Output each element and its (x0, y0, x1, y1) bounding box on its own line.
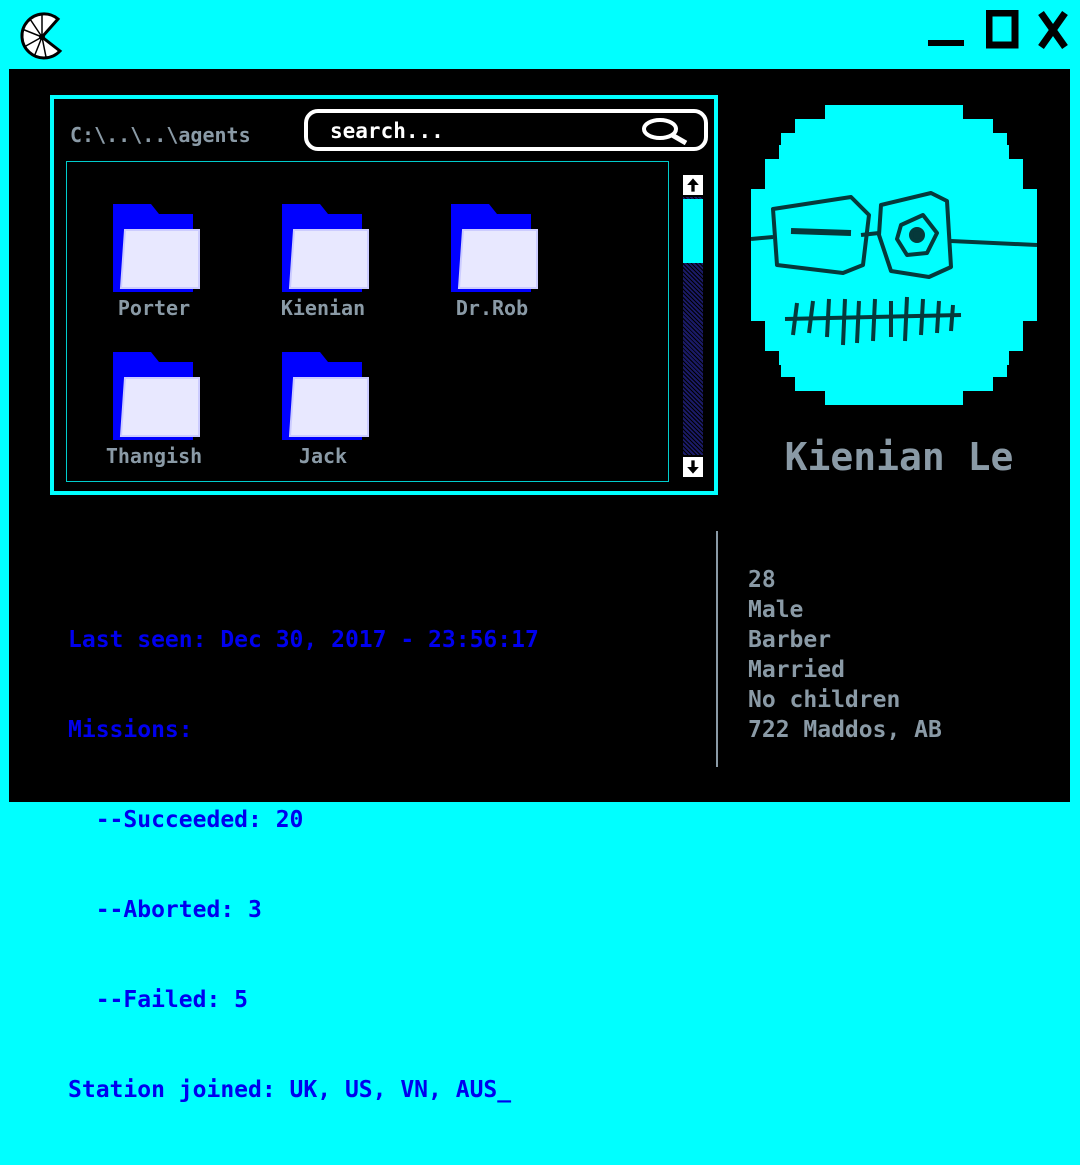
path-breadcrumb: C:\..\..\agents (70, 123, 251, 147)
folder-icon (113, 352, 200, 440)
detail-occupation: Barber (748, 627, 832, 653)
divider (716, 531, 718, 767)
scroll-thumb[interactable] (683, 199, 703, 263)
profile-name: Kienian Le (784, 435, 1014, 479)
minimize-icon[interactable] (928, 10, 964, 50)
folder-icon (113, 204, 200, 292)
vertical-scrollbar[interactable] (681, 173, 705, 479)
folder-grid: Porter Kienian Dr.Rob Thangish Jack (66, 161, 669, 482)
maximize-icon[interactable] (986, 10, 1022, 50)
last-seen-text: Last seen: Dec 30, 2017 - 23:56:17 (68, 627, 539, 653)
folder-item[interactable]: Kienian (253, 200, 393, 320)
missions-failed: --Failed: 5 (68, 987, 249, 1013)
detail-address: 722 Maddos, AB (748, 717, 942, 743)
folder-item[interactable]: Porter (84, 200, 224, 320)
folder-icon (282, 352, 369, 440)
scroll-up-arrow-icon[interactable] (681, 173, 705, 197)
folder-label: Thangish (105, 444, 203, 468)
folder-label: Dr.Rob (455, 296, 529, 320)
folder-label: Porter (117, 296, 191, 320)
stations-joined: Station joined: UK, US, VN, AUS_ (68, 1077, 512, 1103)
scroll-down-arrow-icon[interactable] (681, 455, 705, 479)
folder-icon (451, 204, 538, 292)
folder-item[interactable]: Dr.Rob (422, 200, 562, 320)
folder-label: Jack (298, 444, 348, 468)
personal-details: 28 Male Barber Married No children 722 M… (748, 565, 942, 745)
search-placeholder: search... (330, 119, 444, 143)
detail-age: 28 (748, 567, 776, 593)
missions-heading: Missions: (68, 717, 193, 743)
close-icon[interactable] (1038, 10, 1068, 50)
missions-aborted: --Aborted: 3 (68, 897, 262, 923)
file-explorer: C:\..\..\agents search... Porter Kienian… (50, 95, 718, 495)
main-screen: C:\..\..\agents search... Porter Kienian… (9, 69, 1070, 1103)
detail-marital: Married (748, 657, 845, 683)
magnifier-icon[interactable] (638, 117, 692, 145)
folder-item[interactable]: Thangish (84, 348, 224, 468)
search-input[interactable]: search... (304, 109, 708, 151)
detail-children: No children (748, 687, 901, 713)
detail-gender: Male (748, 597, 804, 623)
folder-icon (282, 204, 369, 292)
pie-logo-icon[interactable] (16, 9, 66, 63)
folder-item[interactable]: Jack (253, 348, 393, 468)
title-bar (0, 0, 1080, 68)
avatar (751, 105, 1037, 405)
folder-label: Kienian (280, 296, 366, 320)
mission-stats: Last seen: Dec 30, 2017 - 23:56:17 Missi… (68, 565, 539, 1165)
